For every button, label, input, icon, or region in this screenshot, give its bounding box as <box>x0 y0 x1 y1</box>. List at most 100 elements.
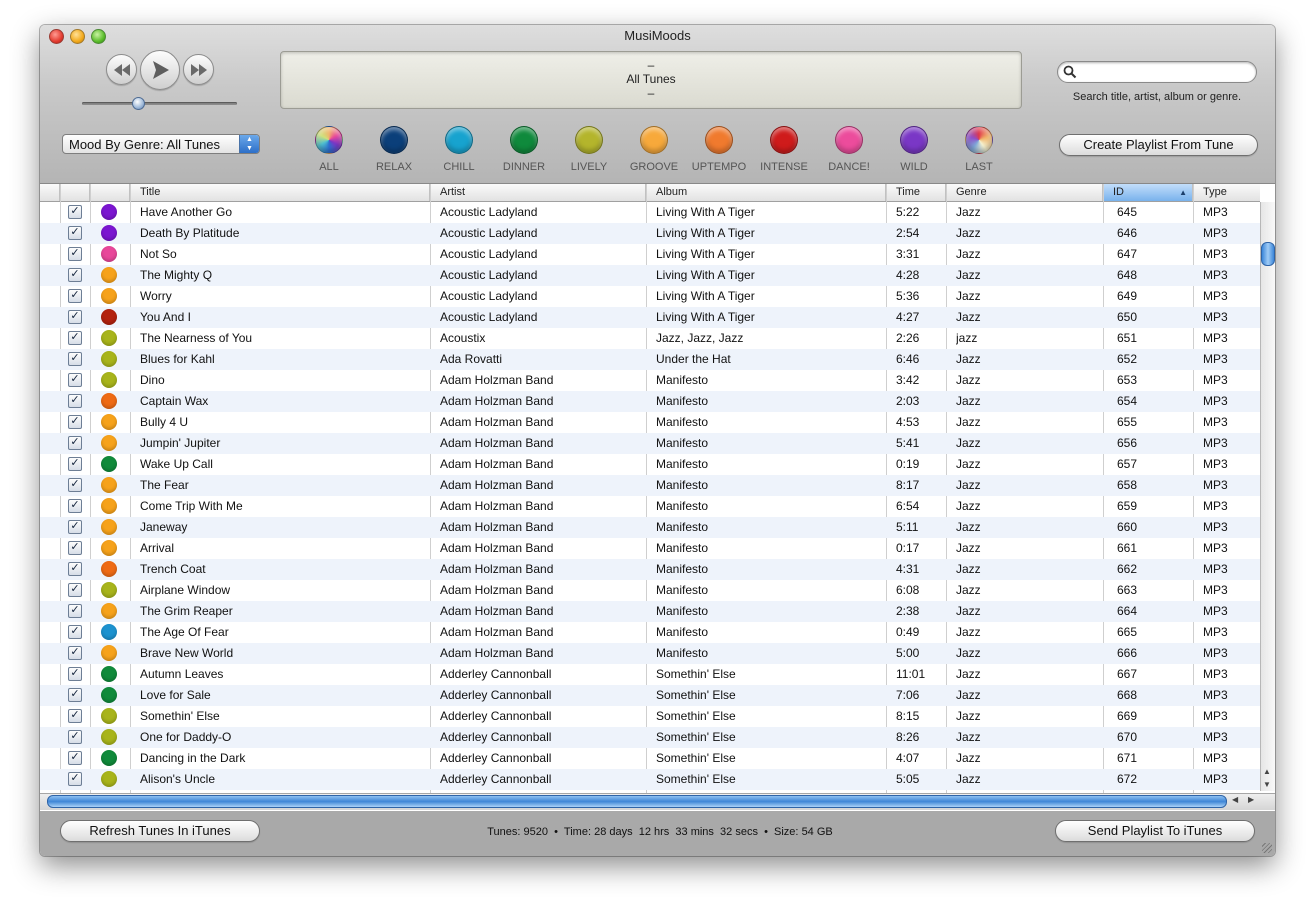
mood-dot-icon[interactable] <box>101 582 117 598</box>
mood-button-groove[interactable]: GROOVE <box>622 124 686 173</box>
horizontal-scroll-thumb[interactable] <box>47 795 1227 808</box>
mood-dot-icon[interactable] <box>101 456 117 472</box>
mood-dot-icon[interactable] <box>101 204 117 220</box>
table-row[interactable]: ✓ Come Trip With Me Adam Holzman Band Manif… <box>40 496 1260 517</box>
volume-slider-track[interactable] <box>82 102 237 105</box>
column-header-time[interactable]: Time <box>886 184 946 201</box>
mood-dot-icon[interactable] <box>101 435 117 451</box>
table-row[interactable]: ✓ Dino Adam Holzman Band Manifesto 3:42 Jazz 6… <box>40 370 1260 391</box>
mood-dot-icon[interactable] <box>101 666 117 682</box>
mood-dot-icon[interactable] <box>101 309 117 325</box>
track-checkbox[interactable]: ✓ <box>68 625 82 639</box>
previous-track-button[interactable] <box>106 54 137 85</box>
mood-dot-icon[interactable] <box>101 750 117 766</box>
track-checkbox[interactable]: ✓ <box>68 394 82 408</box>
refresh-tunes-button[interactable]: Refresh Tunes In iTunes <box>60 820 260 842</box>
track-checkbox[interactable]: ✓ <box>68 646 82 660</box>
mood-button-dinner[interactable]: DINNER <box>492 124 556 173</box>
column-header-title[interactable]: Title <box>130 184 430 201</box>
track-checkbox[interactable]: ✓ <box>68 226 82 240</box>
track-checkbox[interactable]: ✓ <box>68 373 82 387</box>
track-checkbox[interactable]: ✓ <box>68 583 82 597</box>
table-row[interactable]: ✓ Arrival Adam Holzman Band Manifesto 0:17 Ja… <box>40 538 1260 559</box>
track-checkbox[interactable]: ✓ <box>68 499 82 513</box>
mood-dot-icon[interactable] <box>101 519 117 535</box>
track-checkbox[interactable]: ✓ <box>68 688 82 702</box>
send-playlist-button[interactable]: Send Playlist To iTunes <box>1055 820 1255 842</box>
table-row[interactable]: ✓ You And I Acoustic Ladyland Living With A… <box>40 307 1260 328</box>
mood-dot-icon[interactable] <box>101 561 117 577</box>
track-checkbox[interactable]: ✓ <box>68 772 82 786</box>
mood-button-last[interactable]: LAST <box>947 124 1011 173</box>
mood-dot-icon[interactable] <box>101 351 117 367</box>
table-row[interactable]: ✓ Jumpin' Jupiter Adam Holzman Band Manifes… <box>40 433 1260 454</box>
mood-button-lively[interactable]: LIVELY <box>557 124 621 173</box>
table-row[interactable]: ✓ Janeway Adam Holzman Band Manifesto 5:11 Ja… <box>40 517 1260 538</box>
mood-button-wild[interactable]: WILD <box>882 124 946 173</box>
zoom-window-button[interactable] <box>91 29 106 44</box>
table-row[interactable]: ✓ The Fear Adam Holzman Band Manifesto 8:17 J… <box>40 475 1260 496</box>
track-checkbox[interactable]: ✓ <box>68 268 82 282</box>
next-track-button[interactable] <box>183 54 214 85</box>
column-header-id[interactable]: ID ▲ <box>1103 184 1193 201</box>
vertical-scroll-thumb[interactable] <box>1261 242 1275 266</box>
track-checkbox[interactable]: ✓ <box>68 709 82 723</box>
scroll-left-arrow-icon[interactable]: ◀ <box>1232 795 1238 804</box>
mood-dot-icon[interactable] <box>101 246 117 262</box>
mood-genre-select[interactable]: Mood By Genre: All Tunes ▲ ▼ <box>62 134 260 154</box>
mood-button-intense[interactable]: INTENSE <box>752 124 816 173</box>
table-row[interactable]: ✓ Captain Wax Adam Holzman Band Manifesto 2:… <box>40 391 1260 412</box>
track-checkbox[interactable]: ✓ <box>68 478 82 492</box>
minimize-window-button[interactable] <box>70 29 85 44</box>
mood-dot-icon[interactable] <box>101 687 117 703</box>
vertical-scrollbar[interactable] <box>1260 202 1275 791</box>
column-header-album[interactable]: Album <box>646 184 886 201</box>
mood-dot-icon[interactable] <box>101 477 117 493</box>
mood-button-relax[interactable]: RELAX <box>362 124 426 173</box>
scroll-right-arrow-icon[interactable]: ▶ <box>1248 795 1254 804</box>
resize-grip-icon[interactable] <box>1262 843 1272 853</box>
track-checkbox[interactable]: ✓ <box>68 415 82 429</box>
mood-dot-icon[interactable] <box>101 708 117 724</box>
table-row[interactable]: ✓ Not So Acoustic Ladyland Living With A Ti… <box>40 244 1260 265</box>
track-checkbox[interactable]: ✓ <box>68 352 82 366</box>
mood-dot-icon[interactable] <box>101 540 117 556</box>
table-row[interactable]: ✓ Worry Acoustic Ladyland Living With A Tig… <box>40 286 1260 307</box>
column-header-artist[interactable]: Artist <box>430 184 646 201</box>
track-checkbox[interactable]: ✓ <box>68 730 82 744</box>
table-row[interactable]: ✓ Dancing in the Dark Adderley Cannonball S… <box>40 748 1260 769</box>
table-row[interactable]: ✓ Brave New World Adam Holzman Band Manifes… <box>40 643 1260 664</box>
mood-dot-icon[interactable] <box>101 372 117 388</box>
table-row[interactable]: ✓ The Age Of Fear Adam Holzman Band Manifes… <box>40 622 1260 643</box>
mood-dot-icon[interactable] <box>101 729 117 745</box>
mood-dot-icon[interactable] <box>101 498 117 514</box>
mood-dot-icon[interactable] <box>101 414 117 430</box>
table-row[interactable]: ✓ Bully 4 U Adam Holzman Band Manifesto 4:53… <box>40 412 1260 433</box>
column-header-genre[interactable]: Genre <box>946 184 1103 201</box>
mood-dot-icon[interactable] <box>101 267 117 283</box>
mood-button-uptempo[interactable]: UPTEMPO <box>687 124 751 173</box>
table-row[interactable]: ✓ Airplane Window Adam Holzman Band Manifes… <box>40 580 1260 601</box>
table-row[interactable]: ✓ Love for Sale Adderley Cannonball Somethi… <box>40 685 1260 706</box>
track-checkbox[interactable]: ✓ <box>68 331 82 345</box>
table-row[interactable]: ✓ Trench Coat Adam Holzman Band Manifesto 4:… <box>40 559 1260 580</box>
volume-slider-knob[interactable] <box>132 97 145 110</box>
table-row[interactable]: ✓ Somethin' Else Adderley Cannonball Someth… <box>40 706 1260 727</box>
mood-dot-icon[interactable] <box>101 288 117 304</box>
scroll-down-arrow-icon[interactable]: ▼ <box>1263 780 1271 789</box>
track-checkbox[interactable]: ✓ <box>68 751 82 765</box>
track-checkbox[interactable]: ✓ <box>68 604 82 618</box>
column-header-mood[interactable] <box>90 184 130 201</box>
close-window-button[interactable] <box>49 29 64 44</box>
table-row[interactable]: ✓ Death By Platitude Acoustic Ladyland Livi… <box>40 223 1260 244</box>
column-header-type[interactable]: Type <box>1193 184 1260 201</box>
mood-dot-icon[interactable] <box>101 645 117 661</box>
table-row[interactable]: ✓ The Grim Reaper Adam Holzman Band Manifes… <box>40 601 1260 622</box>
create-playlist-button[interactable]: Create Playlist From Tune <box>1059 134 1258 156</box>
search-field[interactable] <box>1057 61 1257 83</box>
track-checkbox[interactable]: ✓ <box>68 562 82 576</box>
track-checkbox[interactable]: ✓ <box>68 205 82 219</box>
mood-button-all[interactable]: ALL <box>297 124 361 173</box>
table-row[interactable]: ✓ Autumn Leaves Adderley Cannonball Somethi… <box>40 664 1260 685</box>
scroll-up-arrow-icon[interactable]: ▲ <box>1263 767 1271 776</box>
